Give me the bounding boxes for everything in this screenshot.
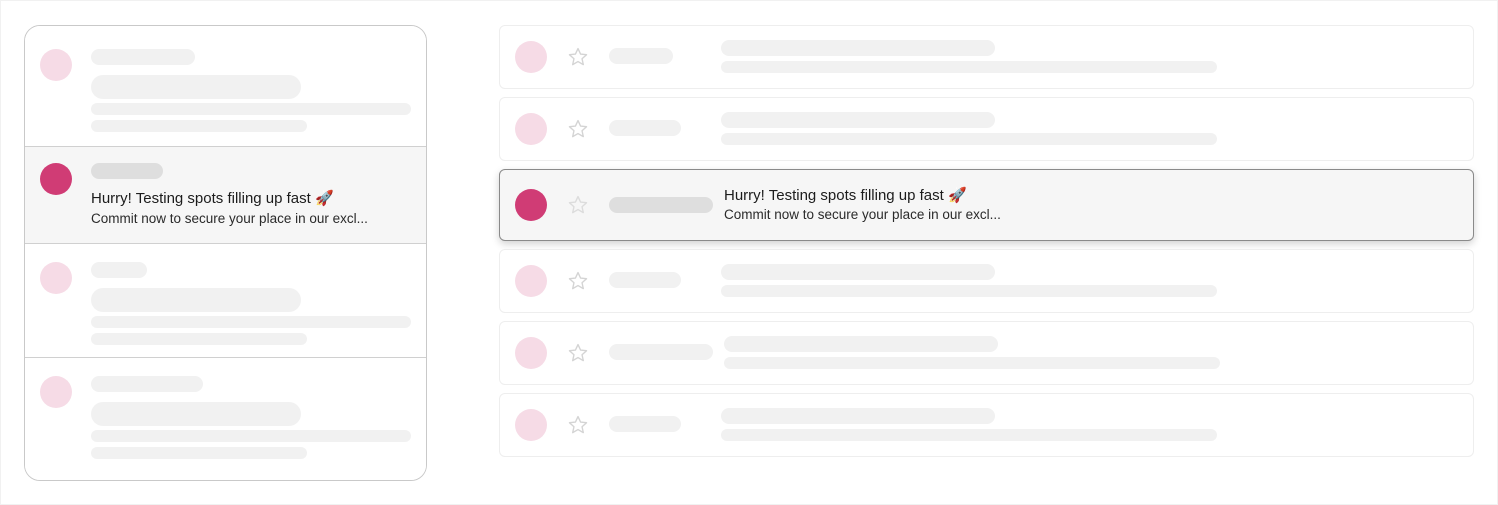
subject-placeholder xyxy=(724,336,998,352)
star-icon[interactable] xyxy=(567,342,589,364)
sender-placeholder xyxy=(91,49,195,65)
star-icon[interactable] xyxy=(567,414,589,436)
snippet-placeholder xyxy=(721,133,1217,145)
avatar xyxy=(40,163,72,195)
subject-placeholder xyxy=(91,75,301,99)
snippet-placeholder xyxy=(91,430,411,442)
snippet-placeholder xyxy=(721,429,1217,441)
snippet-placeholder xyxy=(721,61,1217,73)
message-title: Hurry! Testing spots filling up fast 🚀 xyxy=(91,190,334,207)
subject-placeholder xyxy=(721,112,995,128)
snippet-placeholder xyxy=(91,103,411,115)
inbox-row[interactable] xyxy=(499,249,1474,313)
avatar xyxy=(515,265,547,297)
avatar xyxy=(40,49,72,81)
avatar xyxy=(515,409,547,441)
subject-placeholder xyxy=(91,288,301,312)
message-snippet: Commit now to secure your place in our e… xyxy=(724,207,1001,222)
message-title: Hurry! Testing spots filling up fast 🚀 xyxy=(724,187,967,204)
avatar xyxy=(40,376,72,408)
sender-placeholder xyxy=(609,197,713,213)
list-item[interactable] xyxy=(25,26,426,146)
star-icon[interactable] xyxy=(567,46,589,68)
avatar xyxy=(515,337,547,369)
subject-placeholder xyxy=(721,40,995,56)
inbox-row[interactable] xyxy=(499,321,1474,385)
subject-placeholder xyxy=(91,402,301,426)
sender-placeholder xyxy=(609,48,673,64)
sender-placeholder xyxy=(91,163,163,179)
sender-placeholder xyxy=(91,376,203,392)
mobile-inbox-card: Hurry! Testing spots filling up fast 🚀 C… xyxy=(24,25,427,481)
snippet-placeholder xyxy=(91,333,307,345)
list-item[interactable] xyxy=(25,243,426,357)
inbox-row[interactable] xyxy=(499,25,1474,89)
sender-placeholder xyxy=(609,416,681,432)
inbox-row[interactable] xyxy=(499,393,1474,457)
avatar xyxy=(515,41,547,73)
sender-placeholder xyxy=(609,120,681,136)
sender-placeholder xyxy=(609,344,713,360)
snippet-placeholder xyxy=(91,447,307,459)
star-icon[interactable] xyxy=(567,118,589,140)
snippet-placeholder xyxy=(721,285,1217,297)
inbox-row[interactable] xyxy=(499,97,1474,161)
list-item-active[interactable]: Hurry! Testing spots filling up fast 🚀 C… xyxy=(25,146,426,244)
snippet-placeholder xyxy=(91,120,307,132)
avatar xyxy=(515,113,547,145)
sender-placeholder xyxy=(91,262,147,278)
list-item[interactable] xyxy=(25,357,426,480)
message-snippet: Commit now to secure your place in our e… xyxy=(91,211,368,226)
star-icon[interactable] xyxy=(567,270,589,292)
subject-placeholder xyxy=(721,264,995,280)
avatar xyxy=(40,262,72,294)
inbox-row-active[interactable]: Hurry! Testing spots filling up fast 🚀 C… xyxy=(499,169,1474,241)
sender-placeholder xyxy=(609,272,681,288)
star-icon[interactable] xyxy=(567,194,589,216)
avatar xyxy=(515,189,547,221)
snippet-placeholder xyxy=(91,316,411,328)
snippet-placeholder xyxy=(724,357,1220,369)
subject-placeholder xyxy=(721,408,995,424)
